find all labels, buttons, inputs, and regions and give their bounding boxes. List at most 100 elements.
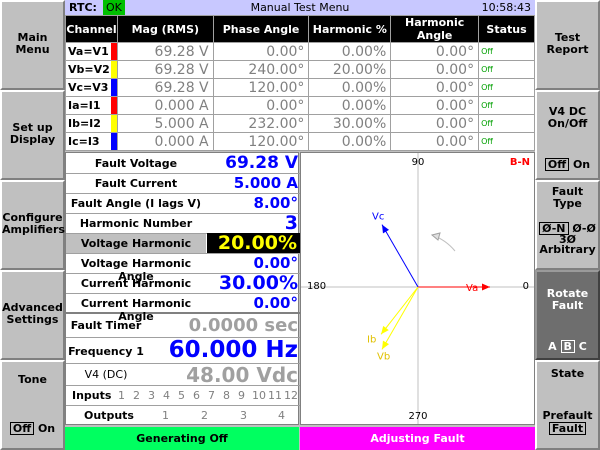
input-indicator: 1 xyxy=(118,389,125,402)
main-menu-button[interactable]: Main Menu xyxy=(0,0,65,90)
harmonic-cell[interactable]: 0.00% xyxy=(308,42,392,61)
harmonic-angle-cell[interactable]: 0.00° xyxy=(390,42,480,61)
phasor-arrowhead-vc xyxy=(382,224,390,234)
harmonic-angle-cell[interactable]: 0.00° xyxy=(390,96,480,115)
harmonic-cell[interactable]: 0.00% xyxy=(308,96,392,115)
mag-cell[interactable]: 69.28 V xyxy=(116,78,214,97)
harmonic-angle-cell[interactable]: 0.00° xyxy=(390,114,480,133)
outputs-label: Outputs xyxy=(84,409,134,422)
main-menu-label: Main Menu xyxy=(15,31,50,56)
phasor-label-vb: Vb xyxy=(377,351,390,362)
advanced-settings-label: Advanced Settings xyxy=(2,301,63,326)
harmonic-angle-cell[interactable]: 0.00° xyxy=(390,132,480,151)
frequency-row[interactable]: Frequency 1 60.000 Hz xyxy=(66,337,300,364)
rtc-status-badge: OK xyxy=(103,0,125,15)
current-harmonic-row[interactable]: Current Harmonic 30.00% xyxy=(66,272,300,294)
rtc-label: RTC: xyxy=(69,1,97,14)
mag-cell[interactable]: 0.000 A xyxy=(116,132,214,151)
phase-cell[interactable]: 120.00° xyxy=(212,78,310,97)
harmonic-number-value[interactable]: 3 xyxy=(285,212,298,234)
phase-cell[interactable]: 0.00° xyxy=(212,42,310,61)
phasor-vector-ib xyxy=(380,286,419,335)
channel-name: Ib=I2 xyxy=(65,114,118,133)
window-title: Manual Test Menu xyxy=(250,1,350,14)
table-row[interactable]: Vb=V2 69.28 V 240.00° 20.00% 0.00° Off xyxy=(65,60,535,79)
table-row[interactable]: Ic=I3 0.000 A 120.00° 0.00% 0.00° Off xyxy=(65,132,535,151)
fault-angle-value[interactable]: 8.00° xyxy=(253,194,298,212)
adjusting-status: Adjusting Fault xyxy=(300,427,535,450)
phasor-label-vc: Vc xyxy=(372,212,384,223)
table-row[interactable]: Ia=I1 0.000 A 0.00° 0.00% 0.00° Off xyxy=(65,96,535,115)
state-button[interactable]: State Prefault Fault xyxy=(535,360,600,450)
col-header-mag: Mag (RMS) xyxy=(116,15,214,43)
harmonic-angle-cell[interactable]: 0.00° xyxy=(390,78,480,97)
current-harmonic-angle-row[interactable]: Current Harmonic Angle 0.00° xyxy=(66,294,300,323)
phasor-svg: 90 180 0 270 B-N Va Vb Vc Ib xyxy=(301,153,534,424)
input-indicator: 3 xyxy=(148,389,155,402)
fault-voltage-value[interactable]: 69.28 V xyxy=(225,153,298,173)
v4dc-value[interactable]: 48.00 Vdc xyxy=(186,363,298,387)
fault-angle-row[interactable]: Fault Angle (I lags V) 8.00° xyxy=(66,194,300,214)
current-harmonic-angle-value[interactable]: 0.00° xyxy=(253,294,298,312)
tone-button[interactable]: Tone Off On xyxy=(0,360,65,450)
input-indicator: 5 xyxy=(178,389,185,402)
voltage-harmonic-label: Voltage Harmonic xyxy=(66,234,206,253)
v4dc-toggle-button[interactable]: V4 DC On/Off Off On xyxy=(535,90,600,180)
axis-label-0: 0 xyxy=(523,281,529,292)
rotation-arrow-icon xyxy=(430,232,441,241)
input-indicator: 2 xyxy=(133,389,140,402)
axis-label-270: 270 xyxy=(408,411,427,422)
fault-type-button[interactable]: Fault Type Ø-N Ø-Ø 3Ø Arbitrary xyxy=(535,180,600,270)
voltage-harmonic-row[interactable]: Voltage Harmonic 20.00% xyxy=(66,233,300,254)
harmonic-angle-cell[interactable]: 0.00° xyxy=(390,60,480,79)
phasor-arrowhead-va xyxy=(482,283,490,291)
phasor-arrowhead-ib xyxy=(381,325,389,335)
table-row[interactable]: Vc=V3 69.28 V 120.00° 0.00% 0.00° Off xyxy=(65,78,535,97)
col-header-channel: Channel xyxy=(65,15,118,43)
col-header-harmonic-angle: Harmonic Angle xyxy=(390,15,480,43)
status-cell: Off xyxy=(478,96,535,115)
setup-display-button[interactable]: Set up Display xyxy=(0,90,65,180)
v4dc-on-option: On xyxy=(572,158,591,171)
channel-name: Vc=V3 xyxy=(65,78,118,97)
v4dc-row[interactable]: V4 (DC) 48.00 Vdc xyxy=(66,363,300,387)
frequency-value[interactable]: 60.000 Hz xyxy=(169,337,298,363)
rotate-fault-label: Rotate Fault xyxy=(546,287,589,312)
harmonic-cell[interactable]: 30.00% xyxy=(308,114,392,133)
phase-cell[interactable]: 0.00° xyxy=(212,96,310,115)
table-row[interactable]: Va=V1 69.28 V 0.00° 0.00% 0.00° Off xyxy=(65,42,535,61)
mag-cell[interactable]: 69.28 V xyxy=(116,42,214,61)
harmonic-cell[interactable]: 20.00% xyxy=(308,60,392,79)
output-indicator: 4 xyxy=(278,409,285,422)
configure-amplifiers-button[interactable]: Configure Amplifiers xyxy=(0,180,65,270)
output-indicator: 3 xyxy=(240,409,247,422)
voltage-harmonic-angle-value[interactable]: 0.00° xyxy=(253,254,298,272)
phase-cell[interactable]: 232.00° xyxy=(212,114,310,133)
channel-table: Channel Mag (RMS) Phase Angle Harmonic %… xyxy=(65,15,535,151)
mag-cell[interactable]: 5.000 A xyxy=(116,114,214,133)
fault-voltage-row[interactable]: Fault Voltage 69.28 V xyxy=(66,153,300,174)
phase-cell[interactable]: 120.00° xyxy=(212,132,310,151)
output-indicator: 2 xyxy=(201,409,208,422)
current-harmonic-value[interactable]: 30.00% xyxy=(219,272,298,294)
tone-on-option: On xyxy=(37,422,56,435)
harmonic-number-row[interactable]: Harmonic Number 3 xyxy=(66,212,300,234)
test-report-button[interactable]: Test Report xyxy=(535,0,600,90)
state-fault: Fault xyxy=(537,422,598,435)
fault-current-value[interactable]: 5.000 A xyxy=(234,174,298,192)
harmonic-cell[interactable]: 0.00% xyxy=(308,132,392,151)
top-status-bar: RTC: OK Manual Test Menu 10:58:43 xyxy=(65,0,535,15)
harmonic-cell[interactable]: 0.00% xyxy=(308,78,392,97)
fault-voltage-label: Fault Voltage xyxy=(94,157,178,170)
mag-cell[interactable]: 0.000 A xyxy=(116,96,214,115)
fault-current-row[interactable]: Fault Current 5.000 A xyxy=(66,174,300,194)
advanced-settings-button[interactable]: Advanced Settings xyxy=(0,270,65,360)
voltage-harmonic-angle-row[interactable]: Voltage Harmonic Angle 0.00° xyxy=(66,254,300,283)
voltage-harmonic-value[interactable]: 20.00% xyxy=(207,233,300,254)
channel-color-swatch xyxy=(110,133,117,150)
channel-color-swatch xyxy=(110,97,117,114)
table-row[interactable]: Ib=I2 5.000 A 232.00° 30.00% 0.00° Off xyxy=(65,114,535,133)
phase-cell[interactable]: 240.00° xyxy=(212,60,310,79)
rotate-fault-button[interactable]: Rotate Fault A B C xyxy=(535,270,600,360)
mag-cell[interactable]: 69.28 V xyxy=(116,60,214,79)
